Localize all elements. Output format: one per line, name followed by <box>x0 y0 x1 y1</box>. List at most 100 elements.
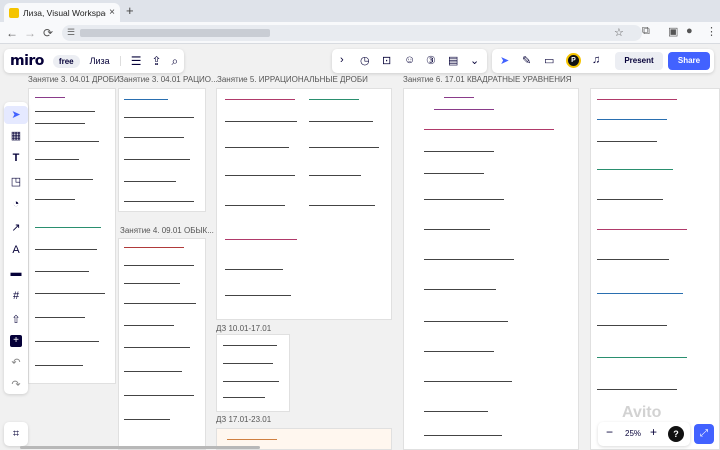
voting-icon[interactable]: ③ <box>426 54 436 67</box>
notes-icon[interactable]: ▤ <box>448 54 458 67</box>
templates-icon[interactable]: ▦ <box>4 129 28 142</box>
zoom-out-button[interactable]: − <box>606 425 613 439</box>
reload-button[interactable]: ⟳ <box>43 25 53 41</box>
search-icon[interactable]: ⌕ <box>172 54 179 69</box>
frame-ordinary[interactable] <box>118 238 206 450</box>
frame-homework-1[interactable] <box>216 334 290 412</box>
share-button[interactable]: Share <box>668 52 710 70</box>
handwriting-line <box>35 227 101 228</box>
reactions-icon[interactable]: ☺ <box>404 54 415 66</box>
select-tool-icon[interactable]: ➤ <box>4 106 28 124</box>
sticky-note-icon[interactable]: ◳ <box>4 175 28 188</box>
zoom-in-button[interactable]: + <box>650 425 657 439</box>
handwriting-line <box>424 229 490 230</box>
close-tab-icon[interactable]: × <box>109 7 115 18</box>
more-tools-icon[interactable]: + <box>4 334 28 347</box>
export-icon[interactable]: ⇪ <box>151 54 161 68</box>
board-header: miro free Лиза ☰ ⇪ ⌕ <box>4 49 185 73</box>
comment-tool-icon[interactable]: ▬ <box>4 267 28 279</box>
redo-icon[interactable]: ↷ <box>4 378 28 391</box>
handwriting-line <box>424 289 496 290</box>
browser-tab[interactable]: Лиза, Visual Workspace for In × <box>4 3 120 22</box>
bookmark-star-icon[interactable]: ☆ <box>614 26 624 39</box>
browser-menu-icon[interactable]: ⋮ <box>706 25 717 38</box>
handwriting-line <box>35 159 79 160</box>
handwriting-line <box>223 363 273 364</box>
site-info-icon[interactable]: ☰ <box>67 27 75 38</box>
frame-tool-icon[interactable]: # <box>4 290 28 302</box>
handwriting-line <box>424 435 502 436</box>
pen-reaction-icon[interactable]: ✎ <box>522 54 531 67</box>
handwriting-line <box>424 129 554 130</box>
frame-label-3[interactable]: Занятие 4. 09.01 ОБЫК... <box>120 226 214 235</box>
profile-icon[interactable]: ● <box>686 25 693 37</box>
plan-badge[interactable]: free <box>52 54 80 68</box>
session-toolbar: ➤ ✎ ▭ P ♫ Present Share <box>492 49 714 73</box>
pen-icon[interactable]: Α <box>4 244 28 256</box>
handwriting-line <box>597 293 683 294</box>
frame-irrational[interactable] <box>216 88 392 320</box>
horizontal-scrollbar[interactable] <box>20 446 260 449</box>
avatar[interactable]: P <box>566 53 581 68</box>
frame-label-1[interactable]: Занятие 3. 04.01 ДРОБИ <box>28 75 120 84</box>
present-button[interactable]: Present <box>615 52 663 70</box>
text-tool-icon[interactable]: T <box>4 152 28 164</box>
timer-icon[interactable]: ◷ <box>360 54 370 67</box>
handwriting-line <box>223 397 265 398</box>
handwriting-line <box>424 351 494 352</box>
frame-fractions[interactable] <box>28 88 116 384</box>
handwriting-line <box>124 137 184 138</box>
url-input[interactable]: ☰ <box>62 25 642 41</box>
frame-notes-right[interactable] <box>590 88 720 450</box>
back-button[interactable]: ← <box>6 25 18 41</box>
handwriting-line <box>309 175 361 176</box>
board-canvas[interactable]: Занятие 3. 04.01 ДРОБИ Занятие 3. 04.01 … <box>0 44 720 450</box>
handwriting-line <box>597 325 667 326</box>
miro-logo[interactable]: miro <box>10 53 44 69</box>
chevron-down-icon[interactable]: ⌄ <box>470 54 479 67</box>
sidebar-icon[interactable]: ▣ <box>668 25 678 38</box>
frame-label-5[interactable]: ДЗ 10.01-17.01 <box>216 324 271 333</box>
board-name[interactable]: Лиза <box>90 56 121 66</box>
main-menu-icon[interactable]: ☰ <box>131 54 142 68</box>
comment-icon[interactable]: ▭ <box>544 54 554 67</box>
screen-share-icon[interactable]: ⊡ <box>382 54 391 67</box>
zoom-level[interactable]: 25% <box>625 429 641 438</box>
extensions-icon[interactable]: ⧉ <box>642 25 650 38</box>
handwriting-line <box>225 175 295 176</box>
chevron-right-icon[interactable]: › <box>340 54 344 66</box>
expand-icon[interactable]: ⤢ <box>694 424 714 444</box>
frame-rational[interactable] <box>118 88 206 212</box>
handwriting-line <box>309 99 359 100</box>
handwriting-line <box>597 199 663 200</box>
frame-quadratic[interactable] <box>403 88 579 450</box>
handwriting-line <box>35 249 97 250</box>
handwriting-line <box>424 321 508 322</box>
help-icon[interactable]: ? <box>668 426 684 442</box>
handwriting-line <box>309 205 375 206</box>
handwriting-line <box>597 259 669 260</box>
handwriting-line <box>309 121 373 122</box>
handwriting-line <box>424 381 512 382</box>
tab-title: Лиза, Visual Workspace for In <box>23 7 106 18</box>
notifications-bell-icon[interactable]: ♫ <box>592 54 600 66</box>
handwriting-line <box>597 169 673 170</box>
handwriting-line <box>35 341 99 342</box>
handwriting-line <box>225 147 289 148</box>
handwriting-line <box>35 123 85 124</box>
shapes-icon[interactable]: ◔ <box>4 198 28 210</box>
forward-button[interactable]: → <box>24 25 36 41</box>
cursor-select-icon[interactable]: ➤ <box>500 54 509 67</box>
connection-line-icon[interactable]: ↗ <box>4 221 28 234</box>
frame-label-7[interactable]: Занятие 6. 17.01 КВАДРАТНЫЕ УРАВНЕНИЯ <box>403 75 572 84</box>
new-tab-button[interactable]: + <box>126 3 134 19</box>
upload-icon[interactable]: ⇧ <box>4 313 28 326</box>
frame-label-2[interactable]: Занятие 3. 04.01 РАЦИО... <box>119 75 218 84</box>
url-text-redacted <box>80 29 270 37</box>
handwriting-line <box>124 371 182 372</box>
frame-label-4[interactable]: Занятие 5. ИРРАЦИОНАЛЬНЫЕ ДРОБИ <box>217 75 368 84</box>
undo-icon[interactable]: ↶ <box>4 356 28 369</box>
frame-label-6[interactable]: ДЗ 17.01-23.01 <box>216 415 271 424</box>
handwriting-line <box>597 357 687 358</box>
frames-panel-icon[interactable]: ⌗ <box>4 422 28 446</box>
